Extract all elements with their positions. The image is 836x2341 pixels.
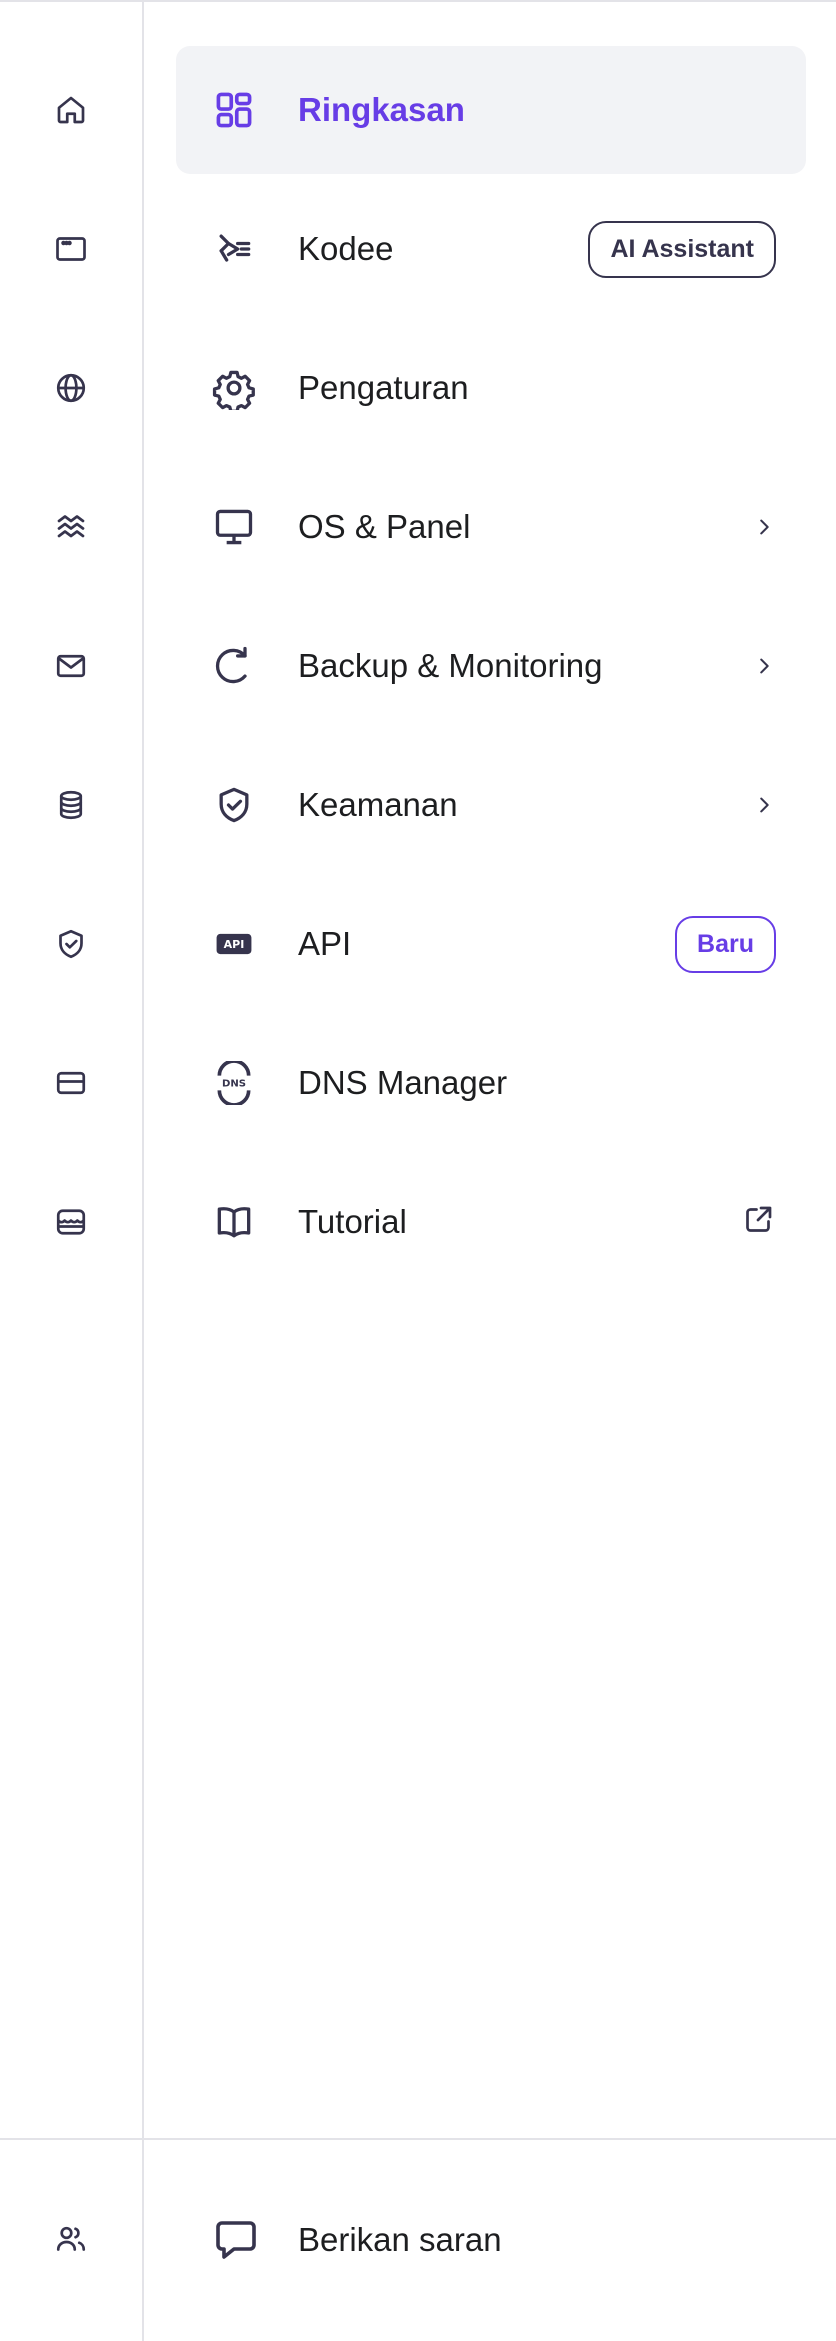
gear-icon: [212, 366, 256, 410]
dashboard-grid-icon: [212, 88, 256, 132]
wind-waves-icon[interactable]: [0, 495, 142, 559]
store-icon[interactable]: [0, 1190, 142, 1254]
mail-icon[interactable]: [0, 634, 142, 698]
menu-item-label: Ringkasan: [298, 91, 465, 128]
menu-item-label: DNS Manager: [298, 1064, 508, 1101]
menu-item-pengaturan[interactable]: Pengaturan: [176, 324, 806, 452]
refresh-icon: [212, 644, 256, 688]
external-link-icon: [740, 1202, 776, 1243]
menu-item-backup-monitoring[interactable]: Backup & Monitoring: [176, 602, 806, 730]
globe-icon[interactable]: [0, 356, 142, 420]
menu-item-label: Kodee: [298, 230, 394, 267]
icon-rail: [0, 0, 144, 2341]
menu-item-ringkasan[interactable]: Ringkasan: [176, 46, 806, 174]
menu-item-label: OS & Panel: [298, 508, 471, 545]
kodee-ai-icon: [212, 227, 256, 271]
browser-window-icon[interactable]: [0, 217, 142, 281]
chevron-right-icon: [752, 515, 776, 539]
users-icon[interactable]: [0, 2207, 142, 2271]
chevron-right-icon: [752, 654, 776, 678]
menu-item-dns-manager[interactable]: DNS DNS Manager: [176, 1019, 806, 1147]
menu-item-label: Pengaturan: [298, 369, 469, 406]
menu-item-label: Keamanan: [298, 786, 458, 823]
api-icon: API: [212, 922, 256, 966]
menu-item-label: API: [298, 925, 352, 962]
bottom-divider: [0, 2138, 836, 2140]
new-badge: Baru: [675, 915, 776, 973]
menu-item-os-panel[interactable]: OS & Panel: [176, 463, 806, 591]
shield-check-icon: [212, 783, 256, 827]
book-icon: [212, 1200, 256, 1244]
menu-item-api[interactable]: API API Baru: [176, 880, 806, 1008]
main-menu: Ringkasan Kodee AI Assistant Pengaturan: [176, 46, 806, 1297]
monitor-icon: [212, 505, 256, 549]
feedback-button[interactable]: Berikan saran: [176, 2176, 806, 2304]
menu-item-label: Tutorial: [298, 1203, 407, 1240]
home-icon[interactable]: [0, 78, 142, 142]
dns-icon: DNS: [212, 1061, 256, 1105]
database-icon[interactable]: [0, 773, 142, 837]
menu-item-keamanan[interactable]: Keamanan: [176, 741, 806, 869]
menu-item-label: Backup & Monitoring: [298, 647, 603, 684]
menu-item-kodee[interactable]: Kodee AI Assistant: [176, 185, 806, 313]
feedback-label: Berikan saran: [298, 2221, 502, 2258]
ai-assistant-badge: AI Assistant: [588, 220, 776, 278]
menu-item-tutorial[interactable]: Tutorial: [176, 1158, 806, 1286]
svg-text:API: API: [224, 938, 245, 951]
credit-card-icon[interactable]: [0, 1051, 142, 1115]
chat-bubble-icon: [212, 2216, 260, 2264]
svg-text:DNS: DNS: [222, 1079, 246, 1090]
chevron-right-icon: [752, 793, 776, 817]
shield-check-icon[interactable]: [0, 912, 142, 976]
